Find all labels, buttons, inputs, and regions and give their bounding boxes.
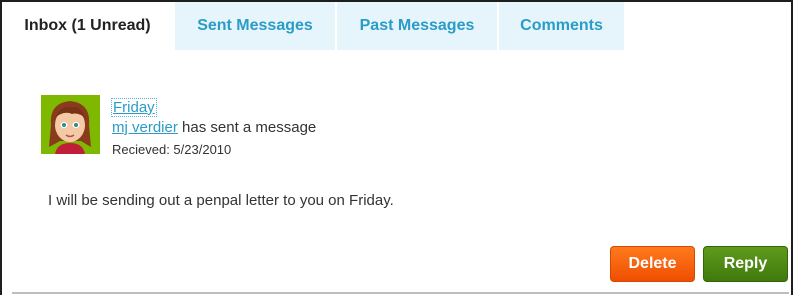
tab-bar-filler [626,2,791,50]
message-header: Friday mj verdier has sent a message Rec… [111,97,316,157]
message-body: I will be sending out a penpal letter to… [48,192,394,209]
message-tabs: Inbox (1 Unread) Sent Messages Past Mess… [2,2,791,50]
tab-comments[interactable]: Comments [499,2,626,50]
tab-sent-messages[interactable]: Sent Messages [175,2,337,50]
sender-suffix-text: has sent a message [177,119,317,136]
message-panel: Inbox (1 Unread) Sent Messages Past Mess… [0,0,793,295]
delete-button[interactable]: Delete [610,246,695,282]
sender-name-link[interactable]: mj verdier [112,119,178,136]
avatar-girl-icon [41,95,100,154]
tab-inbox[interactable]: Inbox (1 Unread) [2,2,175,50]
tab-past-messages[interactable]: Past Messages [337,2,499,50]
panel-bottom-divider [12,292,789,294]
sender-avatar[interactable] [41,95,100,154]
message-subject-link[interactable]: Friday [111,98,157,117]
reply-button[interactable]: Reply [703,246,788,282]
received-date: Recieved: 5/23/2010 [112,142,232,157]
sender-line: mj verdier has sent a message [112,119,316,136]
